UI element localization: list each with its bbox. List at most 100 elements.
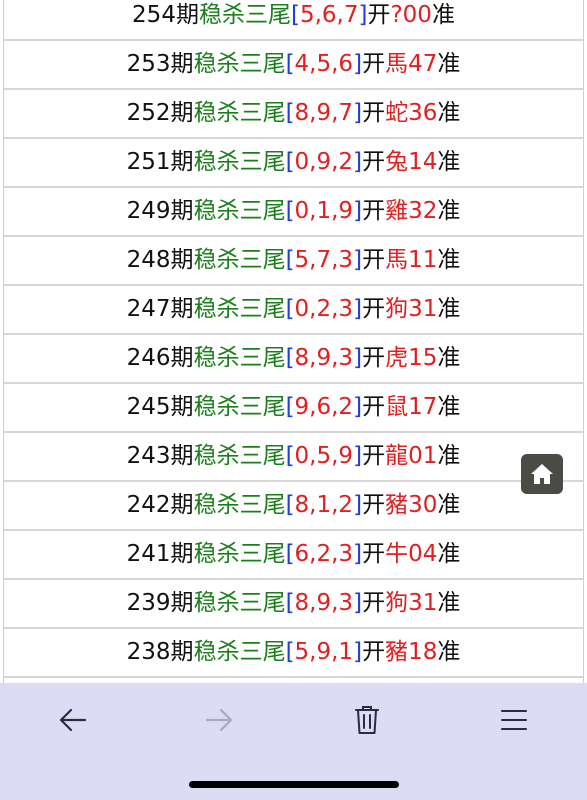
draw-result: 雞32 [385, 198, 438, 224]
bracket-open: [ [285, 443, 295, 469]
forward-button[interactable] [189, 700, 249, 740]
open-label: 开 [362, 51, 386, 77]
open-label: 开 [362, 296, 386, 322]
bracket-open: [ [285, 394, 295, 420]
bracket-close: ] [353, 198, 363, 224]
prediction-label: 稳杀三尾 [193, 590, 286, 616]
prediction-label: 稳杀三尾 [193, 541, 286, 567]
bracket-open: [ [285, 247, 295, 273]
bracket-open: [ [285, 296, 295, 322]
predicted-tails: 0,9,2 [294, 149, 354, 175]
accuracy-mark: 准 [437, 541, 461, 567]
open-label: 开 [362, 492, 386, 518]
bracket-close: ] [353, 51, 363, 77]
issue-number: 251期 [126, 149, 194, 175]
list-item: 241期稳杀三尾[6,2,3]开牛04准 [4, 531, 583, 580]
accuracy-mark: 准 [437, 51, 461, 77]
home-icon [531, 464, 553, 484]
predicted-tails: 5,9,1 [294, 639, 354, 665]
prediction-label: 稳杀三尾 [193, 443, 286, 469]
prediction-label: 稳杀三尾 [193, 296, 286, 322]
open-label: 开 [362, 639, 386, 665]
forward-arrow-icon [205, 708, 233, 732]
draw-result: 豬30 [385, 492, 438, 518]
draw-result: 鼠17 [385, 394, 438, 420]
bracket-close: ] [353, 394, 363, 420]
predicted-tails: 0,1,9 [294, 198, 354, 224]
list-item: 252期稳杀三尾[8,9,7]开蛇36准 [4, 90, 583, 139]
bracket-open: [ [285, 345, 295, 371]
bracket-open: [ [290, 2, 300, 28]
bracket-close: ] [353, 345, 363, 371]
issue-number: 246期 [126, 345, 194, 371]
bracket-close: ] [353, 247, 363, 273]
draw-result: 蛇36 [385, 100, 438, 126]
list-item: 248期稳杀三尾[5,7,3]开馬11准 [4, 237, 583, 286]
bracket-close: ] [353, 541, 363, 567]
prediction-label: 稳杀三尾 [193, 345, 286, 371]
prediction-label: 稳杀三尾 [193, 149, 286, 175]
accuracy-mark: 准 [437, 639, 461, 665]
predicted-tails: 0,2,3 [294, 296, 354, 322]
accuracy-mark: 准 [437, 492, 461, 518]
accuracy-mark: 准 [437, 394, 461, 420]
accuracy-mark: 准 [437, 100, 461, 126]
predicted-tails: 6,2,3 [294, 541, 354, 567]
bracket-close: ] [353, 100, 363, 126]
accuracy-mark: 准 [437, 296, 461, 322]
open-label: 开 [362, 541, 386, 567]
back-button[interactable] [43, 700, 103, 740]
bracket-close: ] [353, 639, 363, 665]
accuracy-mark: 准 [437, 198, 461, 224]
accuracy-mark: 准 [437, 247, 461, 273]
back-arrow-icon [59, 708, 87, 732]
bracket-open: [ [285, 639, 295, 665]
list-item: 239期稳杀三尾[8,9,3]开狗31准 [4, 580, 583, 629]
issue-number: 252期 [126, 100, 194, 126]
issue-number: 247期 [126, 296, 194, 322]
draw-result: 龍01 [385, 443, 438, 469]
bracket-close: ] [353, 492, 363, 518]
list-item: 249期稳杀三尾[0,1,9]开雞32准 [4, 188, 583, 237]
draw-result: 狗31 [385, 590, 438, 616]
bracket-open: [ [285, 590, 295, 616]
draw-result: 馬47 [385, 51, 438, 77]
trash-icon [355, 706, 379, 734]
issue-number: 238期 [126, 639, 194, 665]
prediction-label: 稳杀三尾 [193, 394, 286, 420]
issue-number: 242期 [126, 492, 194, 518]
list-item: 253期稳杀三尾[4,5,6]开馬47准 [4, 41, 583, 90]
predicted-tails: 5,6,7 [299, 2, 359, 28]
issue-number: 241期 [126, 541, 194, 567]
issue-number: 245期 [126, 394, 194, 420]
bracket-open: [ [285, 198, 295, 224]
accuracy-mark: 准 [431, 2, 455, 28]
prediction-label: 稳杀三尾 [193, 198, 286, 224]
predicted-tails: 5,7,3 [294, 247, 354, 273]
open-label: 开 [367, 2, 391, 28]
prediction-label: 稳杀三尾 [193, 639, 286, 665]
issue-number: 243期 [126, 443, 194, 469]
draw-result: 豬18 [385, 639, 438, 665]
accuracy-mark: 准 [437, 590, 461, 616]
list-item: 247期稳杀三尾[0,2,3]开狗31准 [4, 286, 583, 335]
bracket-close: ] [353, 296, 363, 322]
bracket-close: ] [353, 443, 363, 469]
issue-number: 248期 [126, 247, 194, 273]
predicted-tails: 4,5,6 [294, 51, 354, 77]
bracket-open: [ [285, 541, 295, 567]
prediction-list: 254期稳杀三尾[5,6,7]开?00准 253期稳杀三尾[4,5,6]开馬47… [3, 0, 584, 683]
delete-button[interactable] [337, 700, 397, 740]
menu-button[interactable] [484, 700, 544, 740]
prediction-label: 稳杀三尾 [193, 492, 286, 518]
home-button[interactable] [521, 454, 563, 494]
predicted-tails: 8,9,7 [294, 100, 354, 126]
draw-result: ?00 [390, 2, 432, 28]
predicted-tails: 9,6,2 [294, 394, 354, 420]
list-item: 254期稳杀三尾[5,6,7]开?00准 [4, 0, 583, 41]
open-label: 开 [362, 394, 386, 420]
home-indicator [189, 781, 399, 788]
issue-number: 254期 [132, 2, 199, 28]
bracket-close: ] [353, 590, 363, 616]
draw-result: 牛04 [385, 541, 438, 567]
